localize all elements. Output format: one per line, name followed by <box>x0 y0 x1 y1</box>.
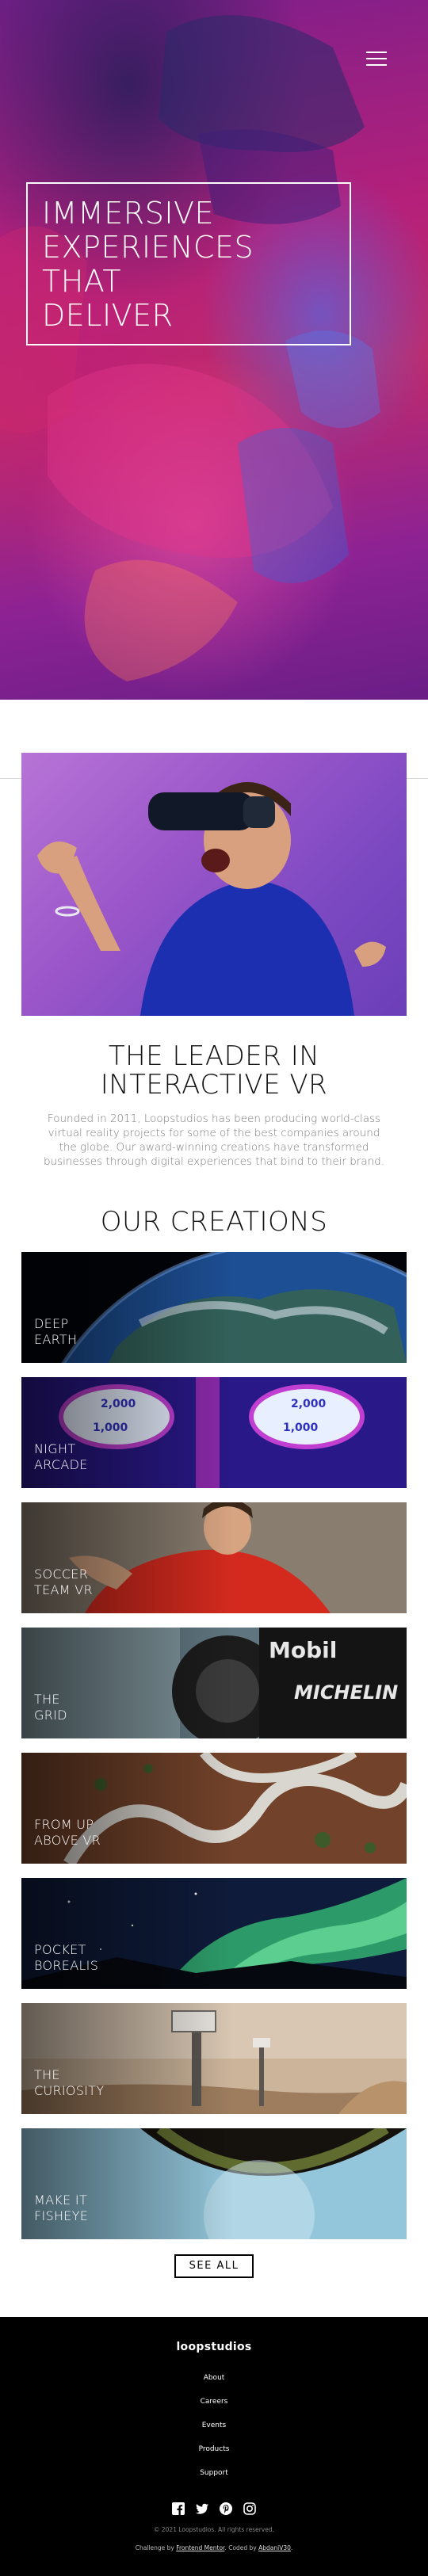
instagram-icon[interactable] <box>243 2502 256 2515</box>
about-description: Founded in 2011, Loopstudios has been pr… <box>43 1112 385 1168</box>
creation-label-line: The <box>34 2067 60 2082</box>
creation-label: Night arcade <box>34 1441 88 1473</box>
attribution-suffix: . <box>290 2544 293 2551</box>
about-section: The leader in interactive VR Founded in … <box>0 700 428 1169</box>
attribution-text: Challenge by Frontend Mentor. Coded by A… <box>0 2544 428 2551</box>
creation-card-pocket-borealis[interactable]: Pocket borealis <box>21 1878 407 1989</box>
copyright-text: © 2021 Loopstudios. All rights reserved. <box>154 2526 274 2533</box>
creation-label-line: arcade <box>34 1457 88 1472</box>
site-footer: loopstudios About Careers Events Product… <box>0 2317 428 2576</box>
footer-link-products[interactable]: Products <box>0 2437 428 2461</box>
hero-title-line: Immersive <box>42 196 215 231</box>
creation-label-line: Make it <box>34 2192 88 2208</box>
twitter-icon[interactable] <box>196 2502 208 2515</box>
vr-player-image <box>21 753 407 1016</box>
creation-label-line: above VR <box>34 1833 101 1848</box>
frontend-mentor-link[interactable]: Frontend Mentor <box>176 2544 224 2551</box>
creation-card-night-arcade[interactable]: 2,000 1,000 2,000 1,000 Night arcade <box>21 1377 407 1488</box>
hero-title-line: deliver <box>42 298 174 333</box>
attribution-prefix: Challenge by <box>135 2544 174 2551</box>
attribution-mid: . Coded by <box>224 2544 257 2551</box>
footer-link-careers[interactable]: Careers <box>0 2390 428 2414</box>
hero-headline-box: Immersive experiences that deliver <box>26 182 351 345</box>
about-title-line: interactive VR <box>100 1069 328 1101</box>
creation-card-soccer-team-vr[interactable]: Soccer team VR <box>21 1502 407 1613</box>
hero-section: Immersive experiences that deliver <box>0 0 428 700</box>
footer-logo[interactable]: loopstudios <box>0 2341 428 2353</box>
creation-label: The curiosity <box>34 2067 104 2099</box>
creation-label-line: Deep <box>34 1316 69 1331</box>
creation-label-line: curiosity <box>34 2083 105 2098</box>
creation-label-line: earth <box>34 1332 78 1347</box>
see-all-button[interactable]: See all <box>174 2254 254 2278</box>
creation-label-line: The <box>34 1692 60 1707</box>
creations-section: Our creations Deep earth <box>0 1169 428 2278</box>
footer-link-events[interactable]: Events <box>0 2414 428 2437</box>
creation-card-the-grid[interactable]: Mobil MICHELIN The grid <box>21 1628 407 1738</box>
creation-card-from-up-above-vr[interactable]: From up above VR <box>21 1753 407 1864</box>
creation-label: Pocket borealis <box>34 1942 98 1974</box>
creation-label: The grid <box>34 1692 67 1723</box>
creation-label-line: Soccer <box>34 1567 89 1582</box>
creation-card-deep-earth[interactable]: Deep earth <box>21 1252 407 1363</box>
creation-card-the-curiosity[interactable]: The curiosity <box>21 2003 407 2114</box>
creation-label-line: From up <box>34 1817 94 1832</box>
hero-title: Immersive experiences that deliver <box>42 197 335 333</box>
creation-label: From up above VR <box>34 1817 101 1849</box>
hero-title-line: experiences <box>42 230 254 265</box>
creation-label-line: fisheye <box>34 2208 89 2223</box>
creation-label-line: Night <box>34 1441 76 1456</box>
creation-label-line: borealis <box>34 1958 99 1973</box>
creation-label: Make it fisheye <box>34 2192 88 2224</box>
author-link[interactable]: AbdaniV30 <box>258 2544 291 2551</box>
footer-link-about[interactable]: About <box>0 2366 428 2390</box>
hero-title-line: that <box>42 264 122 299</box>
footer-link-support[interactable]: Support <box>0 2461 428 2485</box>
footer-nav: About Careers Events Products Support <box>0 2366 428 2485</box>
creation-label: Deep earth <box>34 1316 77 1348</box>
facebook-icon[interactable] <box>172 2502 185 2515</box>
creation-label-line: team VR <box>34 1582 93 1597</box>
creation-label: Soccer team VR <box>34 1567 93 1598</box>
creations-grid: Deep earth 2,000 1,000 2,000 1,000 Nig <box>21 1252 407 2239</box>
creation-label-line: Pocket <box>34 1942 86 1957</box>
hamburger-menu-icon[interactable] <box>366 51 387 67</box>
hero-vr-photo <box>0 15 380 681</box>
pinterest-icon[interactable] <box>220 2502 232 2515</box>
about-title-line: The leader in <box>108 1040 320 1072</box>
creation-card-make-it-fisheye[interactable]: Make it fisheye <box>21 2128 407 2239</box>
creation-label-line: grid <box>34 1708 67 1723</box>
about-title: The leader in interactive VR <box>0 1042 428 1099</box>
social-links <box>0 2502 428 2515</box>
creations-title: Our creations <box>100 1206 328 1238</box>
